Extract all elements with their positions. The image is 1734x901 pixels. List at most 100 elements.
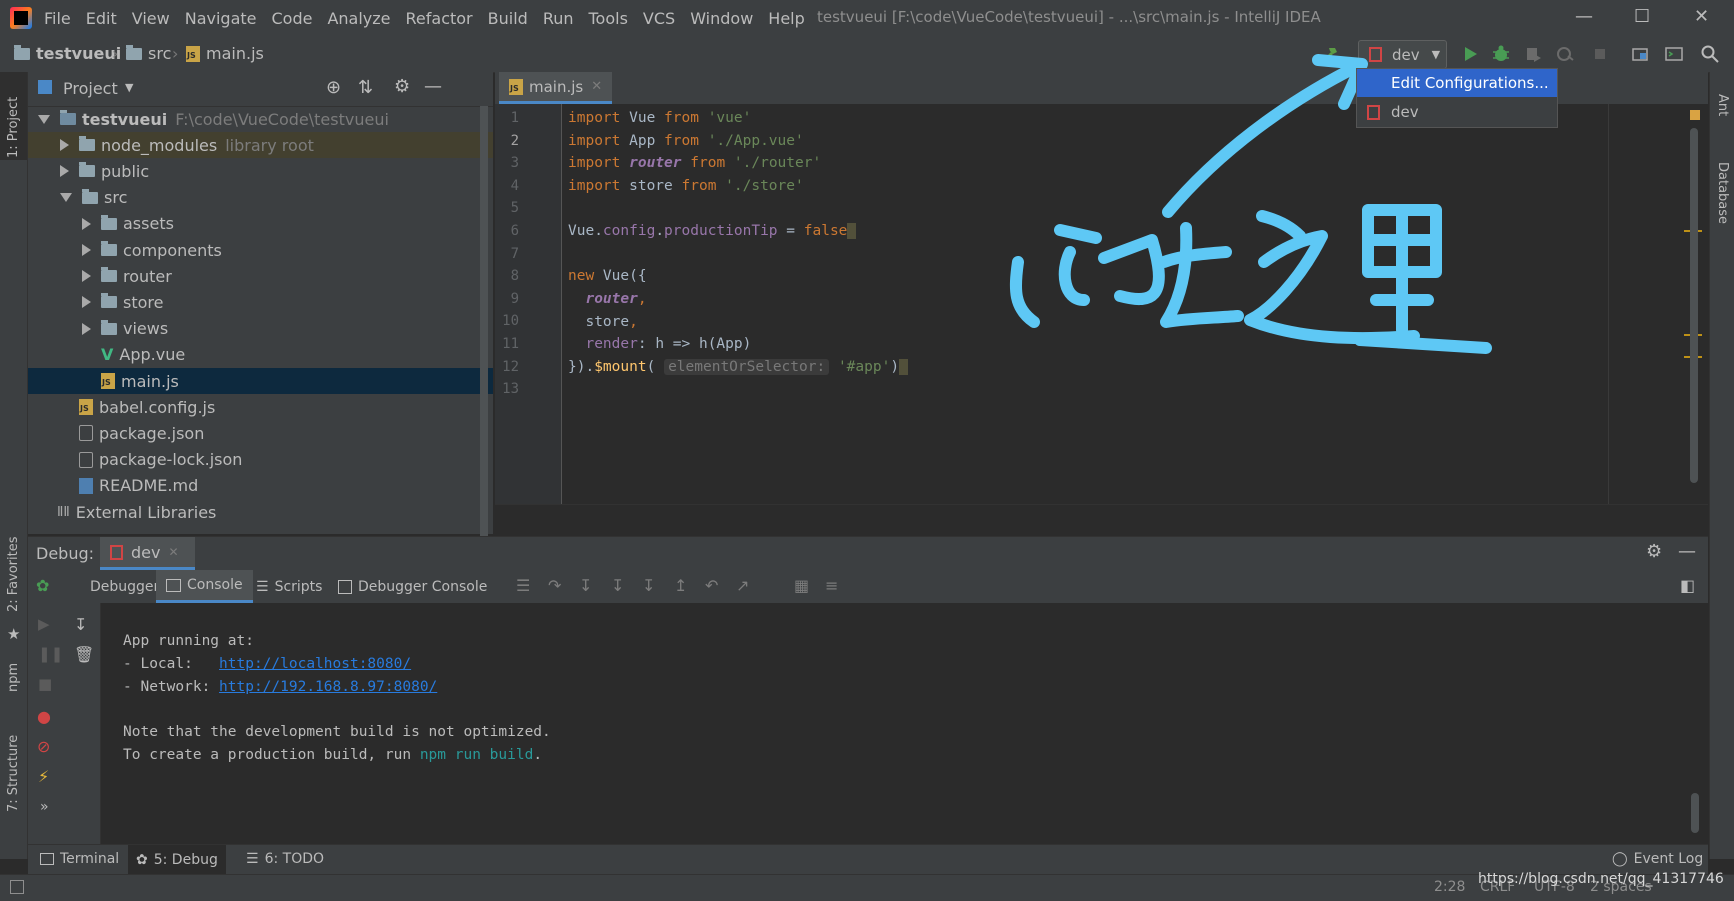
- tree-item[interactable]: src: [28, 185, 493, 211]
- menu-navigate[interactable]: Navigate: [185, 9, 257, 28]
- view-breakpoints-icon[interactable]: ●: [37, 707, 51, 726]
- scrollbar[interactable]: [480, 106, 488, 546]
- close-tab-icon[interactable]: ✕: [591, 79, 602, 94]
- menu-help[interactable]: Help: [768, 9, 804, 28]
- more-icon[interactable]: »: [40, 799, 49, 815]
- tree-item[interactable]: assets: [28, 211, 493, 237]
- expand-arrow-icon[interactable]: [38, 114, 50, 124]
- run-configuration-selector[interactable]: dev ▼: [1358, 40, 1447, 69]
- drop-frame-icon[interactable]: ↶: [705, 576, 718, 595]
- tree-item[interactable]: store: [28, 289, 493, 315]
- close-icon[interactable]: ✕: [1694, 6, 1709, 27]
- terminal-window-icon[interactable]: [1664, 44, 1684, 64]
- step-out-icon[interactable]: ↥: [674, 576, 687, 595]
- tree-item[interactable]: public: [28, 158, 493, 184]
- mute-breakpoints-icon[interactable]: ⊘: [37, 737, 50, 756]
- tab-debugger-console[interactable]: Debugger Console: [328, 570, 497, 603]
- collapse-arrow-icon[interactable]: [82, 270, 91, 283]
- tree-item[interactable]: ⅡⅡ External Libraries: [28, 499, 493, 525]
- breadcrumb-src[interactable]: src: [126, 44, 171, 63]
- tree-item[interactable]: node_modules library root: [28, 132, 493, 159]
- caret-position[interactable]: 2:28: [1434, 879, 1465, 895]
- rerun-debug-icon[interactable]: ✿: [36, 576, 49, 595]
- layout-icon[interactable]: ◧: [1680, 576, 1695, 595]
- breadcrumb-file[interactable]: main.js: [186, 44, 264, 63]
- pause-icon[interactable]: ❚❚: [38, 645, 63, 663]
- console-output[interactable]: App running at: - Local: http://localhos…: [101, 603, 1682, 844]
- dev-configuration-item[interactable]: dev: [1357, 98, 1557, 126]
- project-structure-icon[interactable]: [1630, 44, 1650, 64]
- menu-refactor[interactable]: Refactor: [406, 9, 473, 28]
- tool-debug[interactable]: ✿ 5: Debug: [128, 845, 226, 875]
- resume-icon[interactable]: ▶: [38, 615, 50, 633]
- menu-window[interactable]: Window: [690, 9, 753, 28]
- coverage-icon[interactable]: [1523, 44, 1543, 64]
- collapse-arrow-icon[interactable]: [60, 139, 69, 152]
- menu-tools[interactable]: Tools: [589, 9, 628, 28]
- stop-icon[interactable]: ■: [38, 675, 52, 693]
- trash-icon[interactable]: 🗑: [74, 645, 94, 664]
- local-url-link[interactable]: http://localhost:8080/: [219, 656, 411, 672]
- tool-event-log[interactable]: ◯ Event Log: [1612, 851, 1703, 867]
- threads-icon[interactable]: ☰: [516, 576, 530, 595]
- menu-vcs[interactable]: VCS: [643, 9, 675, 28]
- gear-icon[interactable]: ⚙: [1646, 541, 1662, 562]
- menu-file[interactable]: File: [44, 9, 71, 28]
- tab-scripts[interactable]: ☰ Scripts: [246, 570, 332, 603]
- collapse-arrow-icon[interactable]: [82, 296, 91, 309]
- network-url-link[interactable]: http://192.168.8.97:8080/: [219, 679, 437, 695]
- scroll-to-end-icon[interactable]: ↧: [74, 615, 87, 634]
- tree-item[interactable]: router: [28, 263, 493, 289]
- gear-icon[interactable]: ⚙: [394, 76, 410, 97]
- trace-icon[interactable]: ≡: [825, 576, 838, 595]
- evaluate-expression-icon[interactable]: ▦: [794, 576, 809, 595]
- menu-analyze[interactable]: Analyze: [327, 9, 390, 28]
- tool-structure[interactable]: 7: Structure: [6, 735, 21, 812]
- tree-item[interactable]: testvueui F:\code\VueCode\testvueui: [28, 106, 493, 132]
- tool-favorites[interactable]: 2: Favorites: [6, 536, 21, 612]
- menu-view[interactable]: View: [132, 9, 170, 28]
- minimize-icon[interactable]: —: [1575, 6, 1593, 27]
- close-tab-icon[interactable]: ✕: [168, 545, 178, 559]
- collapse-arrow-icon[interactable]: [82, 322, 91, 335]
- project-view-selector[interactable]: Project: [63, 79, 118, 98]
- menu-build[interactable]: Build: [488, 9, 528, 28]
- step-into-icon[interactable]: ↧: [611, 576, 624, 595]
- breadcrumb-project[interactable]: testvueui: [14, 44, 121, 63]
- force-step-into-icon[interactable]: ↧: [642, 576, 655, 595]
- tree-item[interactable]: package-lock.json: [28, 447, 493, 473]
- stop-icon[interactable]: [1590, 44, 1610, 64]
- editor-error-stripe[interactable]: [1684, 104, 1708, 504]
- tab-main-js[interactable]: main.js ✕: [499, 72, 613, 104]
- tree-item[interactable]: main.js: [28, 368, 493, 394]
- tree-item[interactable]: V App.vue: [28, 342, 493, 368]
- tool-todo[interactable]: ☰ 6: TODO: [246, 851, 324, 867]
- code-editor[interactable]: import Vue from 'vue' import App from '.…: [562, 104, 1684, 504]
- scrollbar[interactable]: [1691, 793, 1699, 833]
- lightning-icon[interactable]: ⚡: [38, 767, 49, 786]
- tree-item[interactable]: views: [28, 316, 493, 342]
- tree-item[interactable]: package.json: [28, 420, 493, 446]
- debug-session-tab[interactable]: dev ✕: [100, 537, 195, 570]
- run-to-cursor-icon[interactable]: ↗: [736, 576, 749, 595]
- collapse-all-icon[interactable]: ⇅: [358, 77, 373, 98]
- tool-terminal[interactable]: Terminal: [40, 851, 119, 867]
- menu-edit[interactable]: Edit: [86, 9, 117, 28]
- profile-icon[interactable]: [1555, 44, 1575, 64]
- tab-console[interactable]: Console: [156, 570, 253, 603]
- tree-item[interactable]: components: [28, 237, 493, 263]
- run-icon[interactable]: [1460, 44, 1480, 64]
- expand-arrow-icon[interactable]: [60, 193, 72, 203]
- chevron-down-icon[interactable]: ▼: [125, 81, 133, 94]
- toggle-tool-windows-icon[interactable]: [10, 880, 24, 894]
- tool-project[interactable]: 1: Project: [6, 97, 21, 158]
- menu-code[interactable]: Code: [272, 9, 313, 28]
- step-over-icon[interactable]: ↧: [579, 576, 592, 595]
- locate-icon[interactable]: ⊕: [326, 77, 341, 98]
- maximize-icon[interactable]: ☐: [1634, 6, 1650, 27]
- tool-database[interactable]: Database: [1715, 162, 1730, 224]
- menu-run[interactable]: Run: [543, 9, 574, 28]
- tree-item[interactable]: README.md: [28, 473, 493, 499]
- collapse-arrow-icon[interactable]: [82, 217, 91, 230]
- hide-panel-icon[interactable]: —: [424, 76, 442, 97]
